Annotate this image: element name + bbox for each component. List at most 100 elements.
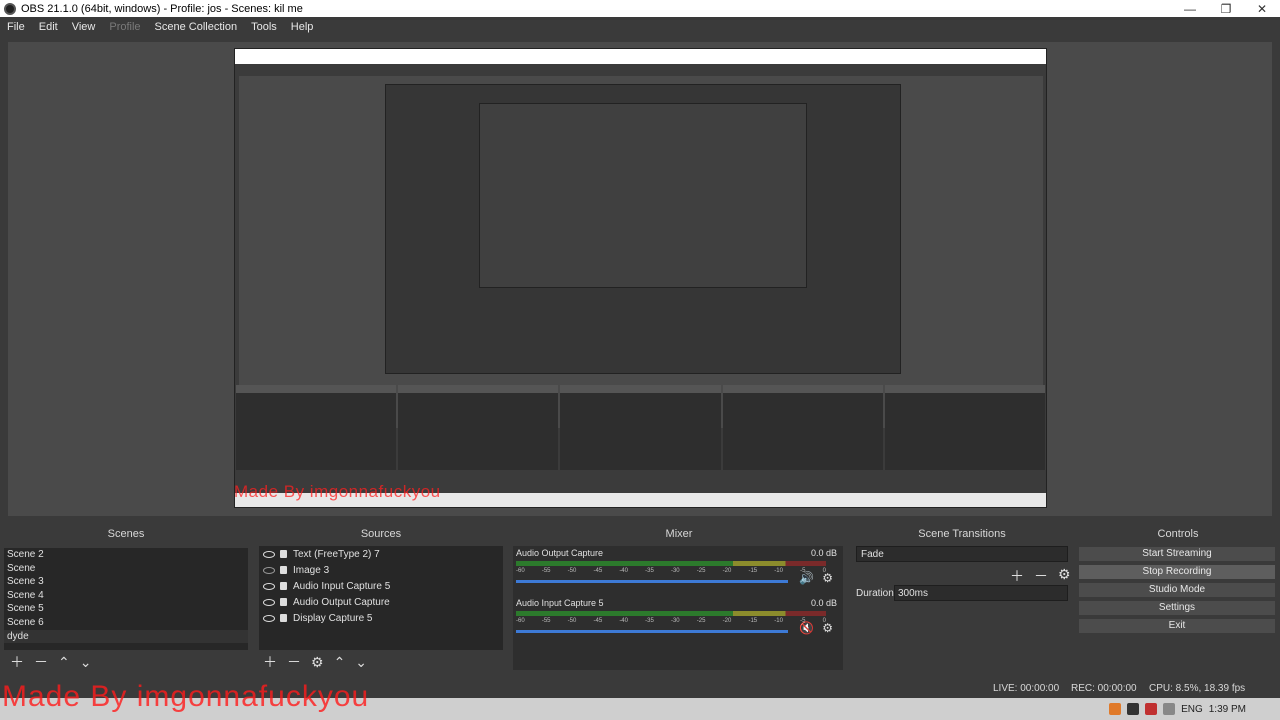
- live-status: LIVE: 00:00:00: [993, 683, 1060, 694]
- duration-spinbox[interactable]: 300ms: [894, 585, 1068, 601]
- source-item[interactable]: Text (FreeType 2) 7: [259, 546, 503, 562]
- cpu-status: CPU: 8.5%, 18.39 fps: [1149, 683, 1246, 694]
- gear-icon[interactable]: ⚙: [822, 621, 833, 635]
- sources-list: Text (FreeType 2) 7 Image 3 Audio Input …: [259, 546, 503, 650]
- channel-name: Audio Input Capture 5: [516, 598, 604, 608]
- muted-speaker-icon[interactable]: 🔇: [799, 621, 814, 635]
- lock-icon[interactable]: [280, 566, 287, 574]
- nested-watermark-text: Made By imgonnafuckyou: [234, 482, 441, 501]
- stop-recording-button[interactable]: Stop Recording: [1078, 564, 1276, 580]
- remove-transition-icon[interactable]: －: [1034, 566, 1048, 586]
- menu-view[interactable]: View: [72, 21, 96, 33]
- nested-transitions-dock: [722, 385, 883, 470]
- nested-menu-bar: [235, 64, 1046, 74]
- scenes-dock: Scenes Scene 2 Scene Scene 3 Scene 4 Sce…: [0, 526, 252, 676]
- scenes-dock-title: Scenes: [107, 528, 145, 540]
- scene-item[interactable]: Scene 2: [4, 548, 248, 562]
- add-scene-icon[interactable]: ＋: [10, 652, 24, 672]
- menu-scene-collection[interactable]: Scene Collection: [155, 21, 238, 33]
- nested-controls-dock: [884, 385, 1046, 470]
- sources-dock: Sources Text (FreeType 2) 7 Image 3 Audi…: [256, 526, 506, 676]
- cloud-icon[interactable]: [1163, 703, 1176, 715]
- scenes-toolbar: ＋ － ⌃ ⌄: [10, 652, 101, 672]
- language-indicator[interactable]: ENG: [1181, 704, 1203, 715]
- window-title: OBS 21.1.0 (64bit, windows) - Profile: j…: [21, 2, 303, 15]
- controls-dock-title: Controls: [1157, 528, 1199, 540]
- close-button[interactable]: ✕: [1244, 0, 1280, 17]
- studio-mode-button[interactable]: Studio Mode: [1078, 582, 1276, 598]
- menu-help[interactable]: Help: [291, 21, 314, 33]
- menu-tools[interactable]: Tools: [251, 21, 277, 33]
- transition-toolbar: ＋ － ⚙: [1010, 566, 1071, 586]
- channel-name: Audio Output Capture: [516, 548, 604, 558]
- scene-item-selected[interactable]: dyde: [4, 629, 248, 644]
- sources-dock-title: Sources: [360, 528, 402, 540]
- menu-profile[interactable]: Profile: [109, 21, 140, 33]
- meter-ticks: -60 -55 -50 -45 -40 -35 -30 -25 -20 -15 -10 -5 0: [516, 568, 826, 574]
- nested-scenes-dock: [236, 385, 397, 470]
- volume-meter: [516, 561, 826, 566]
- add-transition-icon[interactable]: ＋: [1010, 566, 1024, 586]
- controls-dock: Controls Start Streaming Stop Recording …: [1076, 526, 1280, 676]
- gear-icon[interactable]: ⚙: [311, 654, 324, 671]
- eye-icon[interactable]: [263, 550, 275, 558]
- nested-preview-level-2: [385, 84, 901, 374]
- remove-source-icon[interactable]: －: [287, 652, 301, 672]
- source-item[interactable]: Image 3: [259, 562, 503, 578]
- source-label: Image 3: [293, 564, 330, 576]
- volume-meter: [516, 611, 826, 616]
- scene-transitions-dock: Scene Transitions Fade ＋ － ⚙ Duration 30…: [852, 526, 1072, 676]
- eye-icon[interactable]: [263, 598, 275, 606]
- nested-preview: [239, 76, 1043, 428]
- channel-db: 0.0 dB: [810, 598, 837, 608]
- move-down-icon[interactable]: ⌄: [355, 654, 367, 671]
- gear-icon[interactable]: ⚙: [822, 571, 833, 585]
- source-label: Audio Input Capture 5: [293, 580, 391, 592]
- move-up-icon[interactable]: ⌃: [58, 654, 70, 671]
- scene-item[interactable]: Scene 5: [4, 602, 248, 616]
- lock-icon[interactable]: [280, 598, 287, 606]
- start-streaming-button[interactable]: Start Streaming: [1078, 546, 1276, 562]
- nested-preview-level-3: [479, 103, 807, 288]
- gear-icon[interactable]: ⚙: [1058, 566, 1071, 586]
- eye-hidden-icon[interactable]: [263, 566, 275, 574]
- scene-item[interactable]: Scene 3: [4, 575, 248, 589]
- volume-slider[interactable]: [516, 630, 788, 633]
- recursive-capture-preview: [234, 48, 1047, 508]
- exit-button[interactable]: Exit: [1078, 618, 1276, 634]
- menu-edit[interactable]: Edit: [39, 21, 58, 33]
- obs-tray-icon[interactable]: [1127, 703, 1140, 715]
- eye-icon[interactable]: [263, 614, 275, 622]
- menu-bar: File Edit View Profile Scene Collection …: [0, 17, 1280, 37]
- speaker-icon[interactable]: 🔊: [799, 571, 814, 585]
- move-up-icon[interactable]: ⌃: [334, 654, 346, 671]
- title-bar: OBS 21.1.0 (64bit, windows) - Profile: j…: [0, 0, 1280, 17]
- lock-icon[interactable]: [280, 582, 287, 590]
- clock[interactable]: 1:39 PM: [1209, 704, 1246, 715]
- record-tray-icon[interactable]: [1145, 703, 1158, 715]
- settings-button[interactable]: Settings: [1078, 600, 1276, 616]
- mixer-channel: Audio Output Capture 0.0 dB -60 -55 -50 -45…: [513, 546, 843, 596]
- lock-icon[interactable]: [280, 550, 287, 558]
- source-item[interactable]: Audio Output Capture: [259, 594, 503, 610]
- scene-item[interactable]: Scene 6: [4, 616, 248, 630]
- tray-app-icon[interactable]: [1109, 703, 1122, 715]
- source-item[interactable]: Audio Input Capture 5: [259, 578, 503, 594]
- lock-icon[interactable]: [280, 614, 287, 622]
- scene-item[interactable]: Scene 4: [4, 589, 248, 603]
- duration-label: Duration: [856, 588, 894, 599]
- move-down-icon[interactable]: ⌄: [80, 654, 92, 671]
- minimize-button[interactable]: —: [1172, 0, 1208, 17]
- mixer-channels: Audio Output Capture 0.0 dB -60 -55 -50 -45…: [513, 546, 843, 670]
- transition-select[interactable]: Fade: [856, 546, 1068, 562]
- source-item[interactable]: Display Capture 5: [259, 610, 503, 626]
- mixer-channel: Audio Input Capture 5 0.0 dB -60 -55 -50 -4…: [513, 596, 843, 646]
- nested-sources-dock: [398, 385, 559, 470]
- maximize-button[interactable]: ❐: [1208, 0, 1244, 17]
- scene-item[interactable]: Scene: [4, 562, 248, 576]
- volume-slider[interactable]: [516, 580, 788, 583]
- eye-icon[interactable]: [263, 582, 275, 590]
- remove-scene-icon[interactable]: －: [34, 652, 48, 672]
- add-source-icon[interactable]: ＋: [263, 652, 277, 672]
- menu-file[interactable]: File: [7, 21, 25, 33]
